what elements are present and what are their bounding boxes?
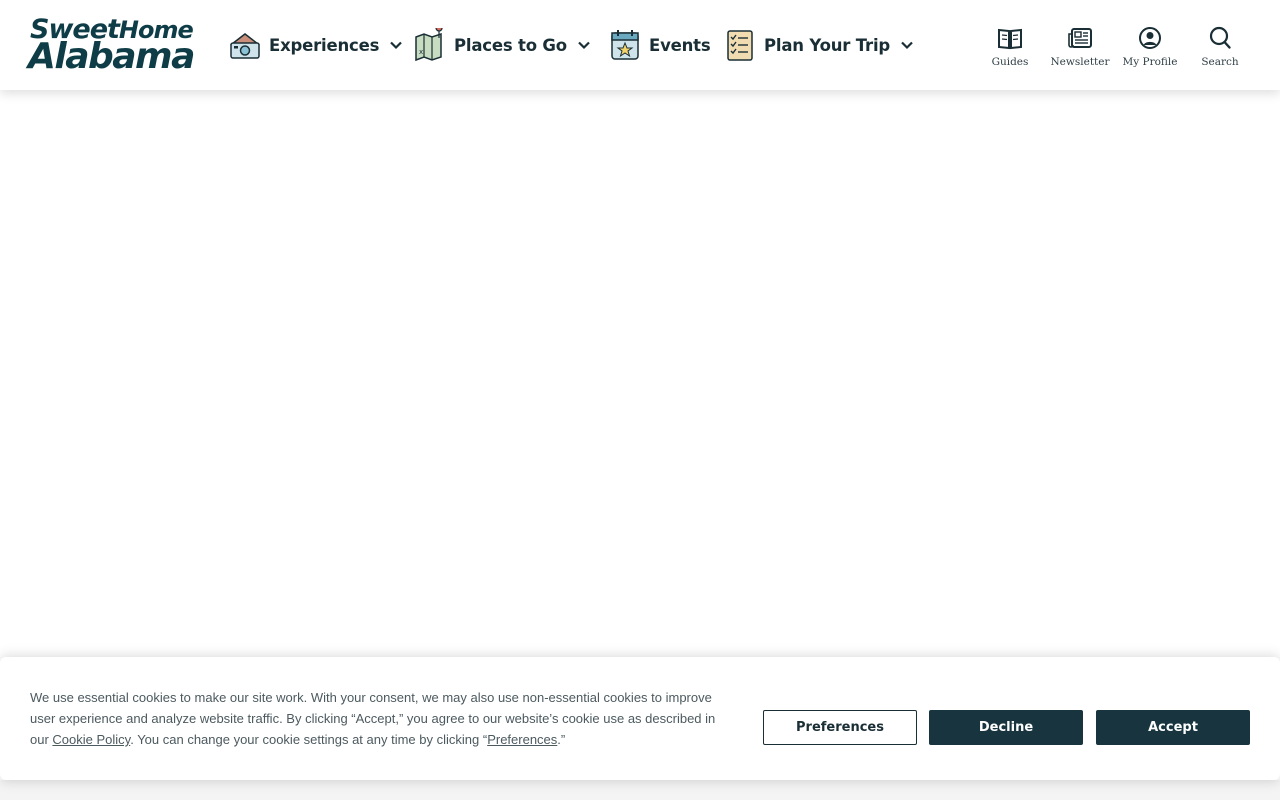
nav-places-to-go[interactable]: x Places to Go xyxy=(413,26,591,64)
preferences-link[interactable]: Preferences xyxy=(487,732,557,747)
chevron-down-icon xyxy=(390,41,403,50)
user-circle-icon xyxy=(1139,27,1161,49)
search-link[interactable]: Search xyxy=(1188,26,1252,70)
map-pin-icon: x xyxy=(415,28,443,62)
guides-label: Guides xyxy=(991,56,1029,68)
nav-events[interactable]: Events xyxy=(608,26,711,64)
nav-experiences[interactable]: Experiences xyxy=(228,26,403,64)
accept-button[interactable]: Accept xyxy=(1096,710,1250,745)
decline-button[interactable]: Decline xyxy=(929,710,1083,745)
nav-plan-your-trip[interactable]: Plan Your Trip xyxy=(723,26,914,64)
newspaper-icon xyxy=(1068,28,1092,48)
newsletter-link[interactable]: Newsletter xyxy=(1048,26,1112,70)
checklist-icon xyxy=(727,30,753,61)
chevron-down-icon xyxy=(578,41,590,50)
page-bottom-strip xyxy=(0,780,1280,800)
guides-link[interactable]: Guides xyxy=(978,26,1042,70)
preferences-button[interactable]: Preferences xyxy=(763,710,917,745)
nav-events-label: Events xyxy=(649,35,711,55)
open-book-icon xyxy=(998,28,1022,50)
site-logo[interactable]: SweetHome Alabama xyxy=(28,14,214,76)
nav-plan-your-trip-label: Plan Your Trip xyxy=(764,35,891,55)
cookie-consent-banner: We use essential cookies to make our sit… xyxy=(0,657,1280,780)
svg-text:x: x xyxy=(419,48,423,56)
my-profile-label: My Profile xyxy=(1122,56,1178,68)
cookie-policy-link[interactable]: Cookie Policy xyxy=(52,732,130,747)
calendar-star-icon xyxy=(611,30,639,60)
my-profile-link[interactable]: My Profile xyxy=(1118,26,1182,70)
newsletter-label: Newsletter xyxy=(1050,56,1110,68)
search-label: Search xyxy=(1201,56,1239,68)
cookie-consent-text: We use essential cookies to make our sit… xyxy=(30,690,716,747)
logo-line2: Alabama xyxy=(28,36,195,77)
nav-experiences-label: Experiences xyxy=(269,35,380,55)
chevron-down-icon xyxy=(901,41,913,50)
camera-house-icon xyxy=(229,33,261,59)
nav-places-to-go-label: Places to Go xyxy=(454,35,567,55)
site-header: SweetHome Alabama Experiences x Places t… xyxy=(0,0,1280,90)
search-icon xyxy=(1209,26,1231,49)
